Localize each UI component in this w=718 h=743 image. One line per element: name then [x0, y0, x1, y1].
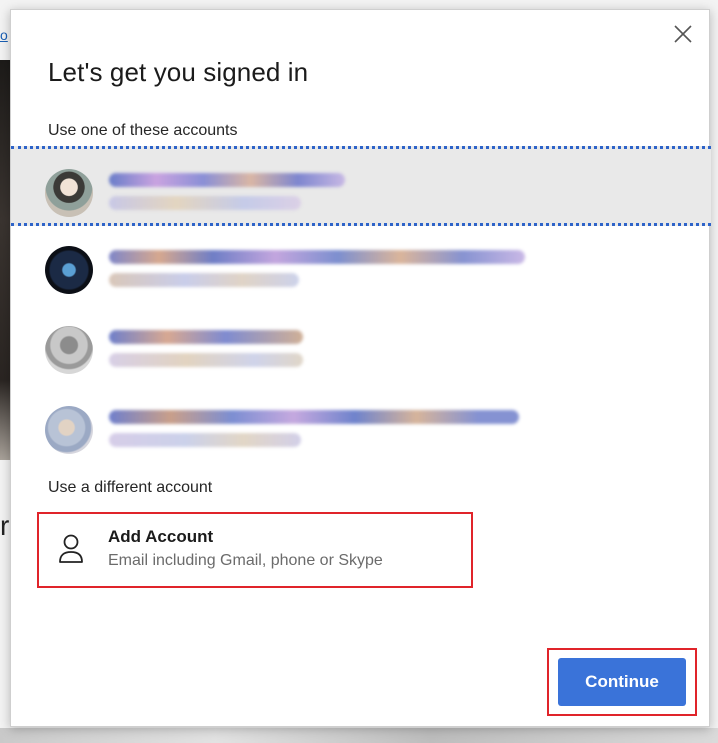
sign-in-dialog: Let's get you signed in Use one of these… [10, 9, 711, 727]
close-icon [674, 25, 692, 43]
close-button[interactable] [671, 22, 695, 46]
person-icon [57, 532, 85, 566]
background-link-fragment[interactable]: o [0, 27, 8, 43]
avatar [45, 246, 93, 294]
add-account-title: Add Account [108, 527, 214, 546]
account-row[interactable] [11, 386, 711, 466]
account-redacted-text [109, 410, 519, 456]
account-row[interactable] [11, 306, 711, 386]
account-redacted-text [109, 330, 303, 376]
background-bottom-strip [0, 728, 718, 743]
avatar [45, 326, 93, 374]
account-redacted-text [109, 250, 525, 296]
account-row[interactable] [11, 146, 711, 226]
dialog-title: Let's get you signed in [48, 57, 309, 87]
continue-highlight: Continue [547, 648, 697, 716]
use-different-account-label: Use a different account [48, 479, 213, 496]
continue-button[interactable]: Continue [558, 658, 686, 706]
avatar [45, 406, 93, 454]
use-one-accounts-label: Use one of these accounts [48, 122, 238, 139]
background-text-fragment: r [0, 510, 10, 541]
avatar [45, 169, 93, 217]
account-row[interactable] [11, 226, 711, 306]
account-redacted-text [109, 173, 345, 219]
add-account-subtitle: Email including Gmail, phone or Skype [108, 552, 383, 569]
account-list [11, 146, 711, 466]
add-account-button[interactable]: Add Account Email including Gmail, phone… [37, 512, 473, 588]
